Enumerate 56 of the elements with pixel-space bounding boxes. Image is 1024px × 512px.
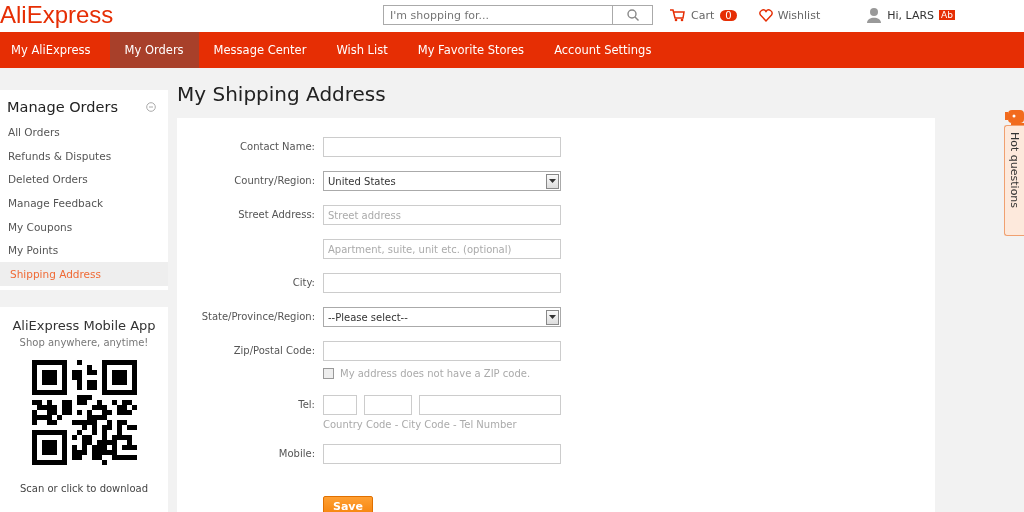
field-label: City:: [291, 276, 315, 290]
field-label: Street Address:: [237, 208, 315, 222]
field-hint: Country Code - City Code - Tel Number: [323, 419, 518, 430]
nav-tab[interactable]: Message Center: [202, 32, 322, 68]
input-field[interactable]: Street address: [323, 205, 561, 225]
nav-tab[interactable]: My Orders: [109, 32, 199, 68]
promo-subtitle: Shop anywhere, anytime!: [19, 336, 149, 348]
field-label: Contact Name:: [239, 140, 315, 154]
input-field[interactable]: [323, 137, 561, 157]
user-badge: Ab: [939, 10, 955, 20]
sidebar-item[interactable]: Manage Feedback: [0, 191, 168, 215]
cart-link[interactable]: Cart: [691, 8, 715, 22]
nav-tab[interactable]: Wish List: [325, 32, 403, 68]
page-title: My Shipping Address: [177, 82, 387, 106]
user-greeting[interactable]: Hi, LARS: [887, 8, 935, 22]
field-label: Mobile:: [277, 447, 315, 461]
input-field[interactable]: [323, 273, 561, 293]
user-icon[interactable]: [866, 7, 883, 23]
sidebar-item[interactable]: My Points: [0, 238, 168, 263]
dropdown[interactable]: United States: [323, 171, 561, 191]
input-field[interactable]: [364, 395, 412, 415]
cart-icon[interactable]: [669, 8, 685, 22]
sidebar-item[interactable]: Refunds & Disputes: [0, 143, 168, 168]
logo[interactable]: AliExpress: [0, 1, 383, 29]
qr-code-icon[interactable]: [31, 359, 137, 465]
cart-count: 0: [720, 9, 737, 21]
nav-tab[interactable]: My AliExpress: [0, 32, 106, 68]
search-button[interactable]: [613, 5, 653, 25]
field-label: Zip/Postal Code:: [232, 344, 315, 358]
caret-icon: [549, 179, 556, 183]
search-icon: [626, 9, 639, 21]
input-field[interactable]: [419, 395, 561, 415]
promo-title: AliExpress Mobile App: [12, 317, 156, 333]
help-tab[interactable]: Hot questions: [1004, 125, 1024, 236]
nav-tab[interactable]: My Favorite Stores: [406, 32, 540, 68]
sidebar-item[interactable]: My Coupons: [0, 214, 168, 239]
checkbox-label: My address does not have a ZIP code.: [340, 367, 531, 379]
input-field[interactable]: [323, 395, 357, 415]
nav-tab[interactable]: Account Settings: [543, 32, 667, 68]
field-label: State/Province/Region:: [200, 310, 315, 324]
caret-icon: [549, 315, 556, 319]
wishlist-link[interactable]: Wishlist: [777, 8, 821, 22]
input-field[interactable]: Apartment, suite, unit etc. (optional): [323, 239, 561, 259]
input-field[interactable]: [323, 341, 561, 361]
dropdown[interactable]: --Please select--: [323, 307, 561, 327]
section-title: Manage Orders: [7, 99, 118, 115]
field-label: Country/Region:: [233, 174, 315, 188]
sidebar-item[interactable]: All Orders: [0, 120, 168, 144]
collapse-icon[interactable]: [146, 102, 156, 112]
search-field[interactable]: I'm shopping for...: [383, 5, 613, 25]
heart-icon[interactable]: [758, 8, 773, 22]
field-label: Tel:: [297, 398, 315, 412]
download-link[interactable]: Scan or click to download: [20, 482, 148, 494]
sidebar-item[interactable]: Deleted Orders: [0, 167, 168, 192]
checkbox[interactable]: [323, 367, 334, 379]
input-field[interactable]: [323, 444, 561, 464]
